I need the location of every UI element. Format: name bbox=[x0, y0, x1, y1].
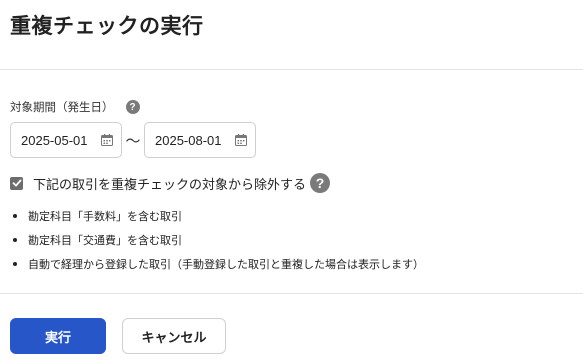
list-item-text: 勘定科目「手数料」を含む取引 bbox=[28, 210, 182, 223]
dialog-title: 重複チェックの実行 bbox=[10, 14, 204, 38]
exclude-option-row: 下記の取引を重複チェックの対象から除外する ? bbox=[10, 173, 331, 193]
calendar-icon[interactable] bbox=[235, 134, 247, 146]
exclude-checkbox[interactable] bbox=[10, 176, 23, 190]
exclude-help-icon[interactable]: ? bbox=[310, 173, 331, 193]
end-date-value: 2025-08-01 bbox=[155, 132, 222, 148]
period-help-icon[interactable]: ? bbox=[125, 100, 140, 114]
calendar-icon[interactable] bbox=[101, 134, 113, 146]
exclude-rules-list: 勘定科目「手数料」を含む取引 勘定科目「交通費」を含む取引 自動で経理から登録し… bbox=[10, 204, 424, 276]
run-button[interactable]: 実行 bbox=[10, 318, 106, 354]
start-date-input[interactable]: 2025-05-01 bbox=[10, 122, 122, 158]
bullet bbox=[13, 238, 17, 242]
cancel-button[interactable]: キャンセル bbox=[122, 318, 226, 354]
list-item-text: 勘定科目「交通費」を含む取引 bbox=[28, 234, 182, 247]
period-label-row: 対象期間（発生日） ? bbox=[10, 99, 140, 115]
end-date-input[interactable]: 2025-08-01 bbox=[144, 122, 256, 158]
start-date-value: 2025-05-01 bbox=[21, 132, 88, 148]
exclude-label[interactable]: 下記の取引を重複チェックの対象から除外する bbox=[33, 174, 306, 193]
list-item: 勘定科目「交通費」を含む取引 bbox=[10, 228, 424, 252]
date-range: 2025-05-01 〜 2025-08-01 bbox=[10, 122, 256, 158]
bullet bbox=[13, 262, 17, 266]
list-item: 勘定科目「手数料」を含む取引 bbox=[10, 204, 424, 228]
bullet bbox=[13, 214, 17, 218]
duplicate-check-dialog: 重複チェックの実行 対象期間（発生日） ? 2025-05-01 〜 2025-… bbox=[0, 0, 583, 363]
period-label: 対象期間（発生日） bbox=[10, 100, 114, 114]
footer-divider bbox=[0, 293, 583, 294]
check-icon bbox=[12, 179, 21, 187]
date-range-separator: 〜 bbox=[125, 131, 141, 150]
list-item-text: 自動で経理から登録した取引（手動登録した取引と重複した場合は表示します） bbox=[28, 258, 424, 271]
list-item: 自動で経理から登録した取引（手動登録した取引と重複した場合は表示します） bbox=[10, 252, 424, 276]
header-divider bbox=[0, 69, 583, 70]
